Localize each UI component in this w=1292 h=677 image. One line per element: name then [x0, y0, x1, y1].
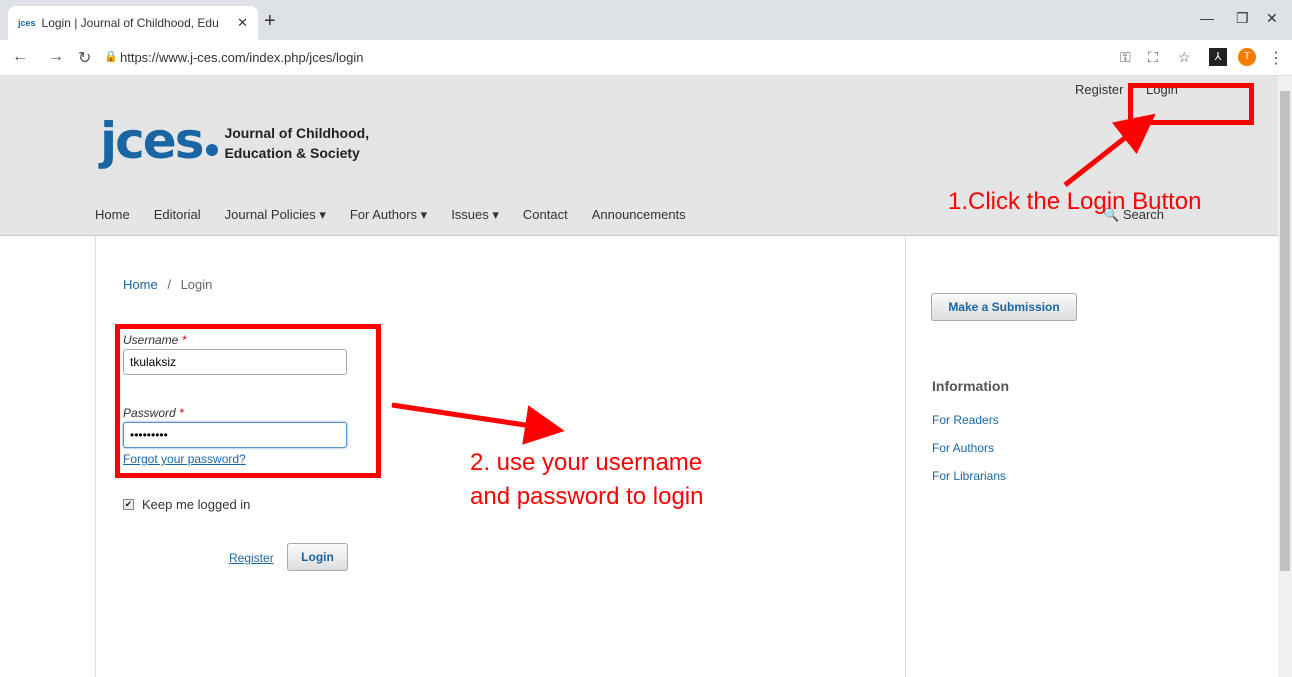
arrow-to-form [391, 402, 565, 445]
step2-annotation: 2. use your username and password to log… [470, 446, 703, 514]
step2-line1: 2. use your username [470, 449, 703, 476]
step2-line2: and password to login [470, 483, 704, 510]
arrow-to-login [1063, 113, 1156, 187]
annotation-arrows [391, 113, 1156, 445]
step1-annotation: 1.Click the Login Button [948, 188, 1202, 215]
